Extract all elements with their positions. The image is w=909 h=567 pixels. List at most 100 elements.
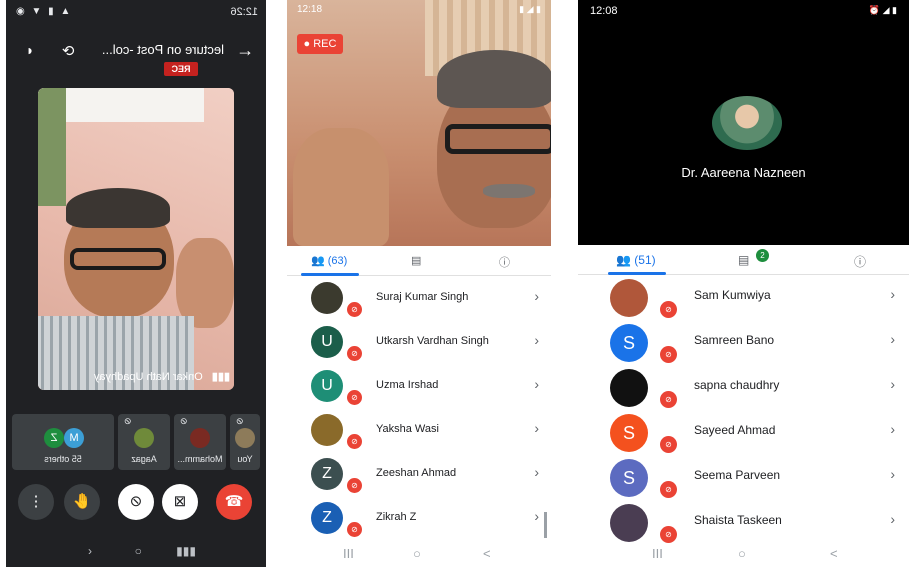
- camera-off-button[interactable]: ⊠: [162, 484, 198, 520]
- recent-apps-icon[interactable]: III: [652, 546, 663, 561]
- recent-apps-icon[interactable]: ▮▮▮: [176, 544, 196, 558]
- window-curtain: [38, 88, 66, 206]
- presenter-tile[interactable]: 12:08 ⏰ ◢ ▮ Dr. Aareena Nazneen: [578, 0, 909, 245]
- status-time: 12:26: [230, 6, 258, 18]
- tile-mohammad[interactable]: ⊘ Mohamm...: [174, 414, 226, 470]
- speaker-icon[interactable]: ◖: [26, 42, 34, 58]
- list-item[interactable]: ⊘ Yaksha Wasi ›: [287, 408, 551, 452]
- tile-label: 55 others: [44, 454, 82, 464]
- participant-name: sapna chaudhry: [694, 378, 780, 392]
- meeting-details-tabs: 👥 (51) ▤ 2 ⓘ: [578, 245, 909, 275]
- speaker-glasses: [445, 124, 551, 154]
- raise-hand-button[interactable]: ✋: [64, 484, 100, 520]
- switch-camera-icon[interactable]: ⟳: [62, 42, 75, 60]
- tab-info[interactable]: ⓘ: [854, 253, 866, 270]
- list-item[interactable]: ⊘ Suraj Kumar Singh ›: [287, 276, 551, 320]
- mic-off-button[interactable]: ⊘: [118, 484, 154, 520]
- mic-off-icon: ⊘: [347, 390, 362, 405]
- participant-name: Yaksha Wasi: [376, 423, 439, 435]
- chevron-right-icon[interactable]: ›: [534, 288, 539, 304]
- recent-apps-icon[interactable]: III: [343, 546, 354, 561]
- status-time: 12:18: [297, 4, 323, 15]
- list-item[interactable]: ⊘ sapna chaudhry ›: [578, 365, 909, 410]
- tab-chat[interactable]: ▤: [738, 253, 749, 267]
- chat-unread-badge: 2: [756, 249, 769, 262]
- tab-people[interactable]: 👥 (63): [311, 254, 347, 267]
- tile-others[interactable]: M Z 55 others: [12, 414, 114, 470]
- end-call-button[interactable]: ☎: [216, 484, 252, 520]
- back-icon[interactable]: ‹: [88, 544, 92, 558]
- list-item[interactable]: Z ⊘ Zeeshan Ahmad ›: [287, 452, 551, 496]
- participant-tiles: ⊘ You ⊘ Mohamm... ⊘ Aagaz M Z 55 others: [12, 414, 260, 470]
- list-item[interactable]: ⊘ Sam Kumwiya ›: [578, 275, 909, 320]
- chevron-right-icon[interactable]: ›: [534, 508, 539, 524]
- mic-off-icon: ⊘: [236, 416, 244, 426]
- participant-name: Samreen Bano: [694, 333, 775, 347]
- status-icons: ⏰ ◢ ▮: [868, 5, 897, 15]
- participant-name: Zeeshan Ahmad: [376, 467, 457, 479]
- chat-icon: ▤: [738, 253, 750, 267]
- people-count: (63): [327, 255, 348, 267]
- chevron-right-icon[interactable]: ›: [890, 466, 895, 482]
- system-nav-bar: ▮▮▮ ○ ‹: [6, 544, 266, 560]
- avatar: [190, 428, 210, 448]
- list-item[interactable]: S ⊘ Samreen Bano ›: [578, 320, 909, 365]
- home-icon[interactable]: ○: [413, 546, 421, 561]
- mirrored-content: 12:26 ▲ ▮ ▼ ◉ ← lecture on Post -col... …: [6, 0, 266, 567]
- chevron-right-icon[interactable]: ›: [890, 286, 895, 302]
- tab-info[interactable]: ⓘ: [499, 254, 510, 270]
- status-time: 12:08: [590, 5, 618, 17]
- chevron-right-icon[interactable]: ›: [534, 420, 539, 436]
- list-item[interactable]: Z ⊘ Zikrah Z ›: [287, 496, 551, 540]
- tile-aagaz[interactable]: ⊘ Aagaz: [118, 414, 170, 470]
- tile-you[interactable]: ⊘ You: [230, 414, 260, 470]
- list-item[interactable]: ⊘ Shaista Taskeen ›: [578, 500, 909, 545]
- mic-off-icon: ⊘: [347, 522, 362, 537]
- call-controls: ☎ ⊠ ⊘ ✋ ⋮: [6, 484, 266, 520]
- list-item[interactable]: S ⊘ Seema Parveen ›: [578, 455, 909, 500]
- rec-label: REC: [313, 38, 337, 50]
- rec-badge: REC: [164, 62, 198, 76]
- more-options-button[interactable]: ⋮: [18, 484, 54, 520]
- system-nav-bar: III ○ <: [578, 546, 909, 562]
- mic-off-icon: ⊘: [347, 434, 362, 449]
- meeting-title[interactable]: lecture on Post -col...: [102, 42, 224, 57]
- speaker-video[interactable]: [38, 88, 234, 390]
- chevron-right-icon[interactable]: ›: [534, 332, 539, 348]
- list-item[interactable]: U ⊘ Utkarsh Vardhan Singh ›: [287, 320, 551, 364]
- speaker-hand: [176, 238, 234, 328]
- people-icon: 👥: [311, 255, 325, 267]
- avatar: [610, 279, 648, 317]
- back-arrow-icon[interactable]: ←: [236, 40, 254, 61]
- participant-list: ⊘ Sam Kumwiya › S ⊘ Samreen Bano › ⊘ sap…: [578, 275, 909, 543]
- back-icon[interactable]: <: [830, 546, 838, 561]
- back-icon[interactable]: <: [483, 546, 491, 561]
- chevron-right-icon[interactable]: ›: [890, 376, 895, 392]
- home-icon[interactable]: ○: [135, 544, 142, 558]
- avatar: [610, 504, 648, 542]
- list-item[interactable]: U ⊘ Uzma Irshad ›: [287, 364, 551, 408]
- info-icon: ⓘ: [499, 257, 510, 269]
- list-item[interactable]: S ⊘ Sayeed Ahmad ›: [578, 410, 909, 455]
- mic-off-icon: ⊘: [660, 301, 677, 318]
- participant-name: Utkarsh Vardhan Singh: [376, 335, 489, 347]
- chevron-right-icon[interactable]: ›: [534, 464, 539, 480]
- chevron-right-icon[interactable]: ›: [890, 511, 895, 527]
- status-bar: 12:18 ▮ ◢ ▮: [297, 4, 541, 18]
- info-icon: ⓘ: [854, 255, 867, 269]
- participant-name: Zikrah Z: [376, 511, 417, 523]
- people-count: (51): [634, 253, 656, 267]
- chevron-right-icon[interactable]: ›: [534, 376, 539, 392]
- tab-chat[interactable]: ▤: [411, 254, 421, 267]
- avatar: U: [311, 370, 343, 402]
- home-icon[interactable]: ○: [738, 546, 746, 561]
- mic-off-icon: ⊘: [660, 346, 677, 363]
- chevron-right-icon[interactable]: ›: [890, 331, 895, 347]
- chevron-right-icon[interactable]: ›: [890, 421, 895, 437]
- scrollbar[interactable]: [544, 512, 547, 538]
- meeting-top-bar: ← lecture on Post -col... ⟳ ◖: [6, 36, 266, 66]
- status-bar: 12:26 ▲ ▮ ▼ ◉: [14, 6, 258, 22]
- tab-people[interactable]: 👥 (51): [616, 253, 656, 267]
- avatar: [134, 428, 154, 448]
- status-bar: 12:08 ⏰ ◢ ▮: [590, 5, 897, 19]
